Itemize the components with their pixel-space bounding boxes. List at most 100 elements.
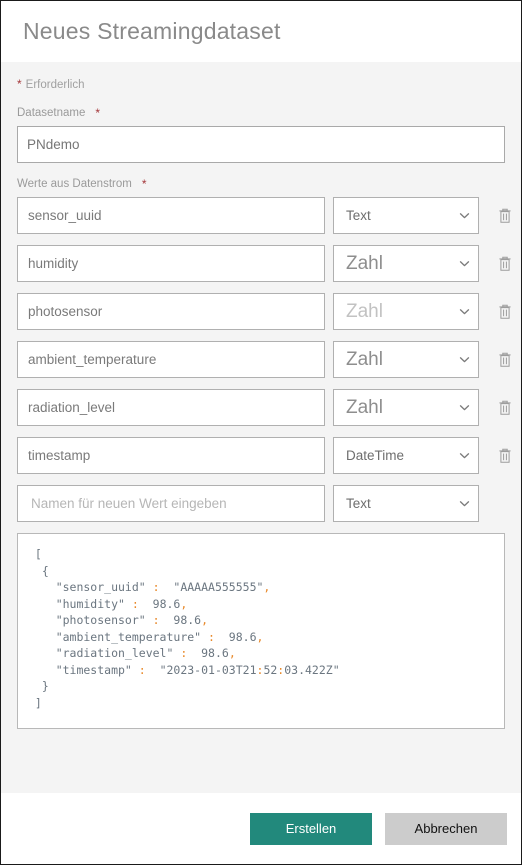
trash-icon[interactable]: [497, 303, 513, 321]
json-operator: ,: [228, 646, 236, 660]
stream-value-name-input[interactable]: ambient_temperature: [17, 341, 325, 378]
stream-value-type-select[interactable]: Zahl: [333, 389, 479, 426]
json-operator: :: [131, 596, 139, 611]
json-operator: ,: [263, 580, 271, 594]
chevron-down-icon: [459, 213, 470, 219]
stream-value-type-label: DateTime: [346, 448, 405, 463]
stream-values-rows: sensor_uuid Text humidity Zahl photosensor Za…: [17, 197, 511, 522]
delete-value-cell[interactable]: [488, 207, 513, 225]
dialog-header: Neues Streamingdataset: [1, 1, 521, 62]
chevron-down-icon: [459, 405, 470, 411]
dialog-body: *Erforderlich Datasetname* Werte aus Dat…: [1, 62, 521, 793]
stream-value-name-input[interactable]: photosensor: [17, 293, 325, 330]
stream-value-name-input[interactable]: humidity: [17, 245, 325, 282]
json-string: "timestamp": [28, 662, 139, 677]
delete-value-button[interactable]: [488, 447, 513, 465]
json-string: "AAAAA555555": [159, 580, 264, 594]
dataset-name-label: Datasetname *: [17, 106, 505, 120]
json-number: 98.6: [214, 629, 257, 644]
stream-value-type-label: Zahl: [346, 396, 383, 418]
json-string: "photosensor": [28, 613, 153, 627]
stream-value-row: ambient_temperature Zahl: [17, 341, 511, 378]
stream-value-type-select[interactable]: Zahl: [333, 245, 479, 282]
delete-value-cell[interactable]: [488, 255, 513, 273]
stream-value-type-select[interactable]: Text: [333, 197, 479, 234]
stream-value-row: timestamp DateTime: [17, 437, 511, 474]
required-asterisk-icon: *: [17, 77, 22, 91]
json-string: "2023-01-03T21: [145, 662, 257, 677]
json-string: 03.422Z": [284, 662, 340, 677]
json-number: 98.6: [187, 646, 229, 660]
new-streaming-dataset-dialog: Neues Streamingdataset * Erforderlich Dat…: [0, 0, 522, 865]
stream-value-type-select[interactable]: Text: [333, 485, 479, 522]
dataset-name-input[interactable]: [17, 126, 505, 163]
json-operator: ,: [201, 613, 209, 627]
json-string: "radiation_level": [28, 646, 181, 660]
json-punctuation: }: [28, 679, 49, 693]
delete-value-button[interactable]: [488, 255, 513, 273]
delete-value-button[interactable]: [488, 207, 513, 225]
new-value-name-input[interactable]: Namen für neuen Wert eingeben: [17, 485, 325, 522]
json-operator: :: [208, 629, 215, 644]
stream-values-label-text: Werte aus Datenstrom: [17, 178, 132, 190]
stream-value-row: photosensor Zahl: [17, 293, 511, 330]
stream-value-name-input[interactable]: radiation_level: [17, 389, 325, 426]
trash-icon[interactable]: [497, 351, 513, 369]
dataset-name-required-asterisk-icon: *: [95, 106, 101, 120]
json-operator: :: [152, 580, 160, 594]
trash-icon[interactable]: [497, 399, 513, 417]
delete-value-button[interactable]: [488, 399, 513, 417]
delete-value-cell[interactable]: [488, 447, 513, 465]
json-operator: ,: [256, 629, 264, 644]
delete-value-cell[interactable]: [488, 351, 513, 369]
json-number: 52: [263, 662, 278, 677]
delete-value-cell[interactable]: [488, 303, 513, 321]
json-number: 98.6: [138, 596, 181, 611]
stream-values-label: Werte aus Datenstrom *: [17, 177, 505, 191]
json-operator: :: [138, 662, 146, 677]
dialog-footer: Erstellen Abbrechen: [1, 793, 521, 864]
trash-icon[interactable]: [497, 207, 513, 225]
create-button[interactable]: Erstellen: [250, 812, 372, 845]
json-punctuation: ]: [28, 695, 42, 710]
stream-value-type-select[interactable]: Zahl: [333, 341, 479, 378]
dataset-name-label-text: Datasetname: [17, 107, 86, 119]
stream-value-type-label: Zahl: [346, 252, 383, 274]
stream-value-row: Namen für neuen Wert eingeben Text: [17, 485, 505, 522]
chevron-down-icon: [459, 357, 470, 363]
json-preview-code: [ { "sensor_uuid" : "AAAAA555555", "humi…: [28, 546, 494, 711]
stream-value-row: radiation_level Zahl: [17, 389, 511, 426]
stream-value-type-label: Zahl: [346, 348, 383, 370]
stream-value-type-select[interactable]: DateTime: [333, 437, 479, 474]
delete-value-button[interactable]: [488, 351, 513, 369]
required-note: * Erforderlich: [17, 62, 505, 92]
chevron-down-icon: [459, 501, 470, 507]
chevron-down-icon: [459, 309, 470, 315]
stream-value-name-input[interactable]: timestamp: [17, 437, 325, 474]
required-note-label: Erforderlich: [25, 79, 85, 91]
stream-value-row: sensor_uuid Text: [17, 197, 511, 234]
stream-values-required-asterisk-icon: *: [141, 177, 147, 191]
chevron-down-icon: [459, 261, 470, 267]
trash-icon[interactable]: [497, 255, 513, 273]
delete-value-cell[interactable]: [488, 399, 513, 417]
json-string: "sensor_uuid": [28, 580, 153, 594]
chevron-down-icon: [459, 453, 470, 459]
delete-value-button[interactable]: [488, 303, 513, 321]
trash-icon[interactable]: [497, 447, 513, 465]
cancel-button[interactable]: Abbrechen: [385, 812, 507, 845]
json-operator: :: [152, 613, 160, 627]
stream-value-type-label: Text: [346, 496, 371, 511]
json-preview-panel[interactable]: [ { "sensor_uuid" : "AAAAA555555", "humi…: [17, 533, 505, 729]
stream-value-type-select[interactable]: Zahl: [333, 293, 479, 330]
json-number: 98.6: [159, 613, 202, 627]
json-punctuation: {: [28, 563, 49, 578]
json-operator: ,: [180, 596, 188, 611]
delete-value-spacer: [488, 495, 504, 513]
stream-value-type-label: Zahl: [346, 300, 383, 322]
stream-value-type-label: Text: [346, 208, 371, 223]
page-title: Neues Streamingdataset: [23, 18, 281, 44]
stream-value-name-input[interactable]: sensor_uuid: [17, 197, 325, 234]
json-string: "humidity": [28, 596, 132, 611]
stream-value-row: humidity Zahl: [17, 245, 511, 282]
